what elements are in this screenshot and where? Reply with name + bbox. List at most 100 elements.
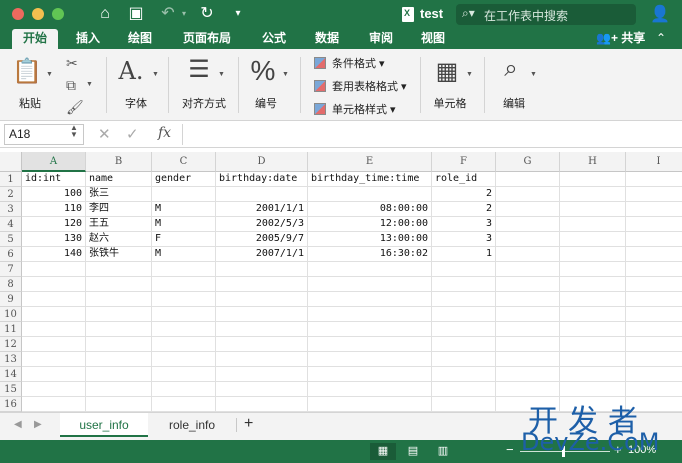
copy-dropdown-icon[interactable]: ▼ xyxy=(86,81,93,88)
cell-h7[interactable] xyxy=(560,262,626,277)
close-window-button[interactable] xyxy=(12,8,24,20)
cell-c4[interactable]: M xyxy=(152,217,216,232)
cell-i5[interactable] xyxy=(626,232,682,247)
cell-e14[interactable] xyxy=(308,367,432,382)
cell-a9[interactable] xyxy=(22,292,86,307)
cell-d14[interactable] xyxy=(216,367,308,382)
cell-b11[interactable] xyxy=(86,322,152,337)
cell-c10[interactable] xyxy=(152,307,216,322)
font-dropdown-icon[interactable]: ▼ xyxy=(152,71,159,78)
row-header-8[interactable]: 8 xyxy=(0,277,22,292)
cell-f2[interactable]: 2 xyxy=(432,187,496,202)
cell-b14[interactable] xyxy=(86,367,152,382)
cell-d5[interactable]: 2005/9/7 xyxy=(216,232,308,247)
cell-f4[interactable]: 3 xyxy=(432,217,496,232)
cell-b7[interactable] xyxy=(86,262,152,277)
cell-c2[interactable] xyxy=(152,187,216,202)
column-header-d[interactable]: D xyxy=(216,152,308,172)
cell-d2[interactable] xyxy=(216,187,308,202)
cell-e12[interactable] xyxy=(308,337,432,352)
cell-g13[interactable] xyxy=(496,352,560,367)
account-icon[interactable]: 👤 xyxy=(650,4,670,24)
cell-d8[interactable] xyxy=(216,277,308,292)
cell-style-button[interactable]: 单元格样式 ▾ xyxy=(314,101,396,119)
cell-c14[interactable] xyxy=(152,367,216,382)
cell-i9[interactable] xyxy=(626,292,682,307)
undo-dropdown-icon[interactable]: ▾ xyxy=(180,4,188,24)
cell-d11[interactable] xyxy=(216,322,308,337)
cell-i12[interactable] xyxy=(626,337,682,352)
row-header-4[interactable]: 4 xyxy=(0,217,22,232)
cell-c15[interactable] xyxy=(152,382,216,397)
row-header-2[interactable]: 2 xyxy=(0,187,22,202)
font-icon[interactable]: A. xyxy=(116,57,146,85)
column-header-f[interactable]: F xyxy=(432,152,496,172)
redo-icon[interactable]: ↻ xyxy=(198,4,216,24)
cell-b1[interactable]: name xyxy=(86,172,152,187)
cell-g14[interactable] xyxy=(496,367,560,382)
cell-f12[interactable] xyxy=(432,337,496,352)
cell-h4[interactable] xyxy=(560,217,626,232)
row-header-13[interactable]: 13 xyxy=(0,352,22,367)
cell-a3[interactable]: 110 xyxy=(22,202,86,217)
cell-b9[interactable] xyxy=(86,292,152,307)
cell-d12[interactable] xyxy=(216,337,308,352)
cell-c9[interactable] xyxy=(152,292,216,307)
cell-b12[interactable] xyxy=(86,337,152,352)
cell-i8[interactable] xyxy=(626,277,682,292)
cell-g1[interactable] xyxy=(496,172,560,187)
tab-review[interactable]: 审阅 xyxy=(360,29,402,49)
cell-g5[interactable] xyxy=(496,232,560,247)
zoom-out-icon[interactable]: − xyxy=(506,442,514,457)
row-header-14[interactable]: 14 xyxy=(0,367,22,382)
column-header-g[interactable]: G xyxy=(496,152,560,172)
cell-h10[interactable] xyxy=(560,307,626,322)
worksheet-grid[interactable]: A B C D E F G H I 1 id:int name gender birthday:date b… xyxy=(0,152,682,412)
cell-d7[interactable] xyxy=(216,262,308,277)
editing-button[interactable]: 编辑 xyxy=(494,95,534,111)
cell-d10[interactable] xyxy=(216,307,308,322)
cell-f14[interactable] xyxy=(432,367,496,382)
cell-b2[interactable]: 张三 xyxy=(86,187,152,202)
cell-g2[interactable] xyxy=(496,187,560,202)
row-header-5[interactable]: 5 xyxy=(0,232,22,247)
cell-b10[interactable] xyxy=(86,307,152,322)
alignment-dropdown-icon[interactable]: ▼ xyxy=(218,71,225,78)
cell-a1[interactable]: id:int xyxy=(22,172,86,187)
cell-d4[interactable]: 2002/5/3 xyxy=(216,217,308,232)
tab-view[interactable]: 视图 xyxy=(412,29,454,49)
column-header-c[interactable]: C xyxy=(152,152,216,172)
cell-f16[interactable] xyxy=(432,397,496,412)
save-icon[interactable]: ▣ xyxy=(128,4,144,24)
cell-e6[interactable]: 16:30:02 xyxy=(308,247,432,262)
cell-c7[interactable] xyxy=(152,262,216,277)
number-dropdown-icon[interactable]: ▼ xyxy=(282,71,289,78)
add-sheet-icon[interactable]: + xyxy=(244,415,253,433)
formula-input[interactable] xyxy=(182,124,678,145)
cell-h6[interactable] xyxy=(560,247,626,262)
tab-page-layout[interactable]: 页面布局 xyxy=(174,29,240,49)
column-header-a[interactable]: A xyxy=(22,152,86,172)
number-format-button[interactable]: 编号 xyxy=(246,95,286,111)
cell-g4[interactable] xyxy=(496,217,560,232)
cell-d6[interactable]: 2007/1/1 xyxy=(216,247,308,262)
column-header-i[interactable]: I xyxy=(626,152,682,172)
cell-e1[interactable]: birthday_time:time xyxy=(308,172,432,187)
cell-f1[interactable]: role_id xyxy=(432,172,496,187)
page-layout-view-icon[interactable]: ▤ xyxy=(400,443,426,460)
cell-d1[interactable]: birthday:date xyxy=(216,172,308,187)
cell-b16[interactable] xyxy=(86,397,152,412)
cell-i1[interactable] xyxy=(626,172,682,187)
insert-function-button[interactable]: fx xyxy=(158,125,171,141)
cell-i10[interactable] xyxy=(626,307,682,322)
cell-b4[interactable]: 王五 xyxy=(86,217,152,232)
cell-e16[interactable] xyxy=(308,397,432,412)
cell-a2[interactable]: 100 xyxy=(22,187,86,202)
confirm-entry-icon[interactable]: ✓ xyxy=(126,125,139,143)
share-button[interactable]: 👥+ 共享 xyxy=(596,29,645,49)
cell-g3[interactable] xyxy=(496,202,560,217)
cell-a11[interactable] xyxy=(22,322,86,337)
paste-dropdown-icon[interactable]: ▼ xyxy=(46,71,53,78)
row-header-12[interactable]: 12 xyxy=(0,337,22,352)
cell-a6[interactable]: 140 xyxy=(22,247,86,262)
